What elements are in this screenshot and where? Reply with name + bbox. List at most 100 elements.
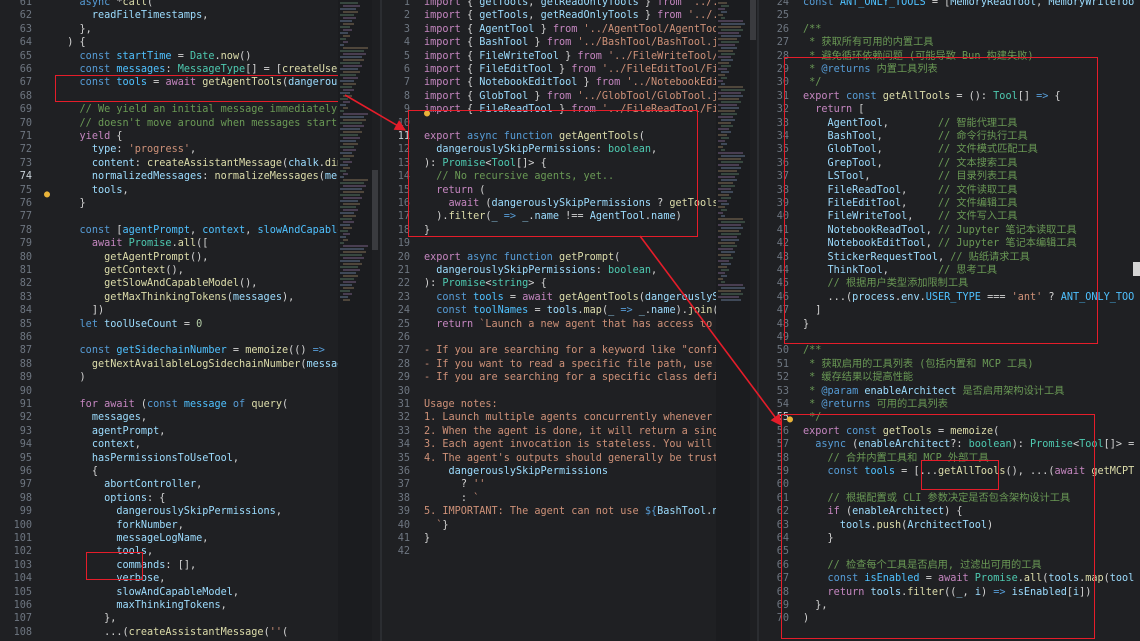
lightbulb-icon[interactable]: ●	[44, 188, 50, 201]
code-token: =	[534, 305, 547, 317]
code-line[interactable]: `}	[424, 519, 448, 532]
code-line[interactable]: import { GlobTool } from '../GlobTool/Gl…	[424, 90, 716, 103]
code-line[interactable]: const tools = await getAgentTools(danger…	[424, 291, 716, 304]
code-line[interactable]: * 获取所有可用的内置工具	[803, 36, 933, 49]
code-line[interactable]: messageLogName,	[55, 532, 208, 545]
code-line[interactable]: for await (const message of query(	[55, 398, 289, 411]
code-line[interactable]: dangerouslySkipPermissions	[424, 465, 608, 478]
code-line[interactable]: options: {	[55, 492, 165, 505]
code-line[interactable]: import { FileWriteTool } from '../FileWr…	[424, 50, 716, 63]
minimap-left[interactable]	[338, 0, 372, 641]
code-line[interactable]: messages,	[55, 411, 147, 424]
code-line[interactable]: 5. IMPORTANT: The agent can not use ${Ba…	[424, 505, 716, 518]
code-token: let	[79, 318, 105, 330]
code-line[interactable]: import { getTools, getReadOnlyTools } fr…	[424, 0, 716, 9]
code-line[interactable]: import { FileEditTool } from '../FileEdi…	[424, 63, 716, 76]
code-line[interactable]: type: 'progress',	[55, 143, 196, 156]
code-line[interactable]: await Promise.all([	[55, 237, 209, 250]
editor-pane-left[interactable]: 61 62 63 64 65 66 67 68 69 70 71 72 73 74 75 76 77 78 79 80…	[0, 0, 338, 641]
code-line[interactable]: import { NotebookEditTool } from '../Not…	[424, 76, 716, 89]
code-line[interactable]: ? ''	[424, 478, 486, 491]
code-line[interactable]: 3. Each agent invocation is stateless. Y…	[424, 438, 716, 451]
code-line[interactable]: let toolUseCount = 0	[55, 318, 203, 331]
code-token: forkNumber	[116, 519, 178, 531]
code-line[interactable]: }	[55, 197, 86, 210]
scrollbar-middle[interactable]	[750, 0, 756, 40]
code-line[interactable]: 1. Launch multiple agents concurrently w…	[424, 411, 716, 424]
code-line[interactable]: import { BashTool } from '../BashTool/Ba…	[424, 36, 716, 49]
code-line[interactable]: ...(createAssistantMessage(''(	[55, 626, 288, 639]
code-line[interactable]: ) {	[55, 36, 85, 49]
code-line[interactable]: content: createAssistantMessage(chalk.di…	[55, 157, 338, 170]
minimap-line	[343, 215, 356, 217]
code-line[interactable]: agentPrompt,	[55, 425, 166, 438]
code-line[interactable]: 4. The agent's outputs should generally …	[424, 452, 716, 465]
code-line[interactable]: )	[55, 371, 86, 384]
code-line[interactable]: getSlowAndCapableModel(),	[55, 277, 257, 290]
code-line[interactable]: * @param enableArchitect 是否启用架构设计工具	[803, 385, 1064, 398]
code-token: {	[91, 466, 98, 477]
code-line[interactable]: normalizedMessages: normalizeMessages(me…	[55, 170, 338, 183]
code-line[interactable]: forkNumber,	[55, 519, 183, 532]
code-line[interactable]: },	[55, 23, 92, 36]
code-line[interactable]: }	[424, 532, 430, 545]
scrollbar-left[interactable]	[372, 170, 378, 250]
code-line[interactable]: getAgentPrompt(),	[55, 251, 208, 264]
code-line[interactable]: yield {	[55, 130, 123, 143]
minimap-middle[interactable]	[716, 0, 750, 641]
code-line[interactable]: async *call(	[55, 0, 154, 9]
code-token: async	[79, 0, 117, 8]
minimap-line	[343, 23, 354, 25]
code-line[interactable]: {	[55, 465, 98, 478]
code-line[interactable]: readFileTimestamps,	[55, 9, 209, 22]
code-line[interactable]: export async function getPrompt(	[424, 251, 620, 264]
code-line[interactable]: return `Launch a new agent that has acce…	[424, 318, 716, 331]
code-line[interactable]: hasPermissionsToUseTool,	[55, 452, 239, 465]
code-line[interactable]: - If you are searching for a specific cl…	[424, 371, 716, 384]
code-line[interactable]: context,	[55, 438, 141, 451]
code-line[interactable]: tools,	[55, 184, 129, 197]
code-line[interactable]: - If you are searching for a keyword lik…	[424, 344, 716, 357]
code-line[interactable]: ])	[55, 304, 104, 317]
code-line[interactable]: - If you want to read a specific file pa…	[424, 358, 716, 371]
code-line[interactable]: * @returns 可用的工具列表	[803, 398, 948, 411]
editor-pane-middle[interactable]: 1 2 3 4 5 6 7 8 9 10 11 12 13 14 15 16 17 18 19 20 21 22 23 24 2…	[382, 0, 716, 641]
code-line[interactable]: getMaxThinkingTokens(messages),	[55, 291, 294, 304]
code-token: ''	[473, 479, 486, 491]
code-line[interactable]: slowAndCapableModel,	[55, 586, 239, 599]
code-line[interactable]: Usage notes:	[424, 398, 498, 411]
code-line[interactable]: abortController,	[55, 478, 202, 491]
minimap-line	[343, 281, 356, 283]
code-line[interactable]: const [agentPrompt, context, slowAndCapa…	[55, 224, 338, 237]
code-token: Date	[189, 50, 215, 62]
code-line[interactable]: // We yield an initial message immediate…	[55, 103, 338, 116]
code-line[interactable]: getContext(),	[55, 264, 184, 277]
code-line[interactable]: /**	[803, 23, 821, 36]
code-line[interactable]: : `	[424, 492, 479, 505]
code-line[interactable]: const toolNames = tools.map(_ => _.name)…	[424, 304, 716, 317]
code-line[interactable]: * 缓存结果以提高性能	[803, 371, 913, 384]
code-line[interactable]: maxThinkingTokens,	[55, 599, 226, 612]
code-token: (),	[239, 278, 258, 290]
code-line[interactable]: getNextAvailableLogSidechainNumber(messa…	[55, 358, 338, 371]
editor-pane-right[interactable]: 24 25 26 27 28 29 30 31 32 33 34 35 36 37 38 39 40 41 42 43…	[759, 0, 1140, 641]
code-line[interactable]: const ANT_ONLY_TOOLS = [MemoryReadTool, …	[803, 0, 1134, 9]
code-line[interactable]: const getSidechainNumber = memoize(() =>	[55, 344, 325, 357]
code-line[interactable]: * 获取启用的工具列表 (包括内置和 MCP 工具)	[803, 358, 1033, 371]
code-line[interactable]: 2. When the agent is done, it will retur…	[424, 425, 716, 438]
code-line[interactable]: },	[55, 612, 116, 625]
code-line[interactable]: dangerouslySkipPermissions,	[55, 505, 282, 518]
code-line[interactable]: ): Promise<string> {	[424, 277, 547, 290]
minimap-line	[718, 260, 729, 262]
code-line[interactable]: /**	[803, 344, 821, 357]
code-line[interactable]: import { getTools, getReadOnlyTools } fr…	[424, 9, 716, 22]
code-line[interactable]: import { AgentTool } from '../AgentTool/…	[424, 23, 716, 36]
code-line[interactable]: dangerouslySkipPermissions: boolean,	[424, 264, 657, 277]
code-area[interactable]: import { getTools, getReadOnlyTools } fr…	[382, 0, 716, 641]
minimap-line	[340, 80, 354, 82]
code-line[interactable]: // doesn't move around when messages sta…	[55, 117, 338, 130]
code-line[interactable]: const startTime = Date.now()	[55, 50, 252, 63]
